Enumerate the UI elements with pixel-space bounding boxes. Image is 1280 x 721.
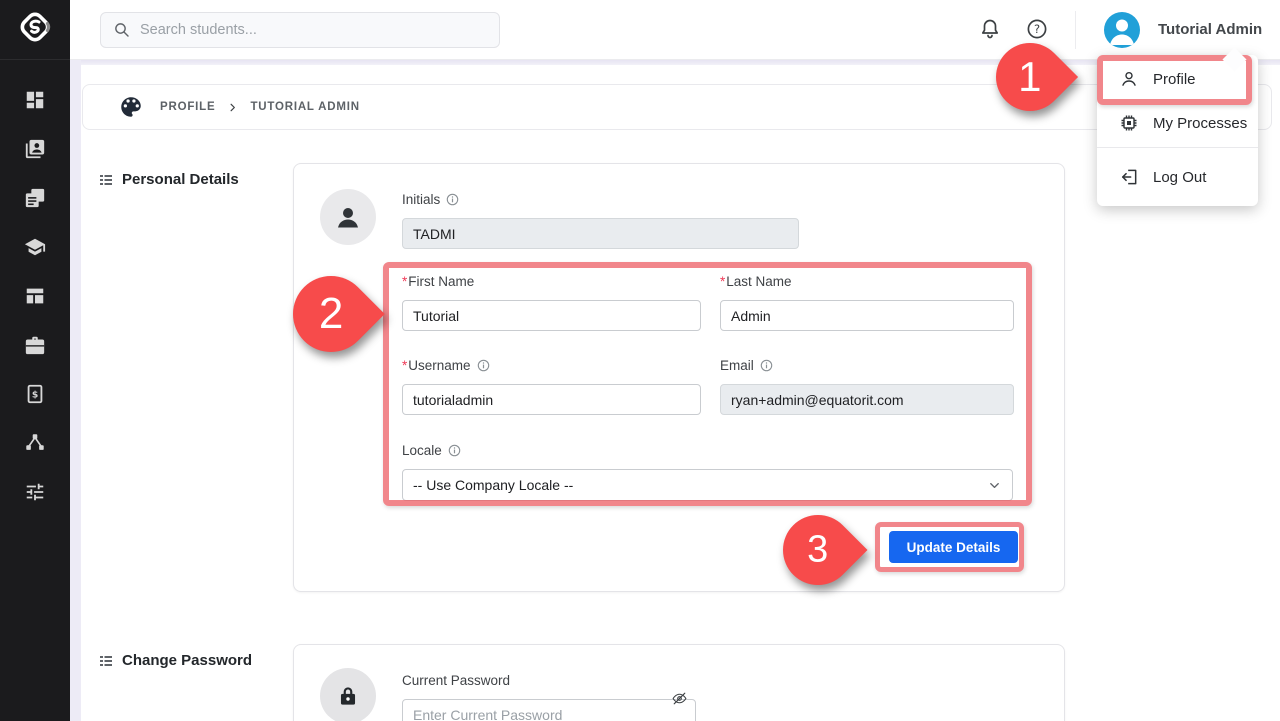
sidebar-item-billing-icon[interactable]: $	[24, 383, 46, 405]
menu-item-my-processes-label: My Processes	[1153, 115, 1247, 132]
search-input[interactable]	[140, 22, 487, 38]
app-logo-icon	[16, 8, 54, 51]
sidebar-nav: $	[0, 60, 70, 503]
lock-icon	[335, 683, 361, 709]
sidebar-item-dashboard-icon[interactable]	[24, 89, 46, 111]
toggle-password-visibility-icon[interactable]	[671, 690, 688, 707]
personal-details-heading-label: Personal Details	[122, 171, 239, 188]
app-window: $ ? Tutorial Admin PROFILE	[0, 0, 1280, 721]
list-icon	[99, 654, 113, 668]
sidebar-item-layout-icon[interactable]	[24, 285, 46, 307]
personal-details-heading: Personal Details	[99, 171, 239, 188]
user-avatar[interactable]	[1104, 12, 1140, 48]
app-logo[interactable]	[0, 0, 70, 60]
menu-item-log-out-label: Log Out	[1153, 169, 1206, 186]
current-password-label: Current Password	[402, 673, 510, 688]
change-password-card: Current Password	[293, 644, 1065, 721]
change-password-heading: Change Password	[99, 652, 252, 669]
initials-field: Initials	[402, 191, 799, 249]
sidebar-item-documents-icon[interactable]	[24, 187, 46, 209]
sidebar-item-settings-sliders-icon[interactable]	[24, 481, 46, 503]
annotation-number: 2	[319, 292, 343, 336]
initials-input	[402, 218, 799, 249]
help-icon[interactable]: ?	[1025, 17, 1049, 41]
profile-avatar-placeholder	[320, 189, 376, 245]
notifications-bell-icon[interactable]	[978, 17, 1002, 41]
change-password-heading-label: Change Password	[122, 652, 252, 669]
sidebar-item-workflow-icon[interactable]	[24, 432, 46, 454]
menu-item-my-processes[interactable]: My Processes	[1097, 101, 1258, 145]
search-box	[100, 12, 500, 48]
menu-item-log-out[interactable]: Log Out	[1097, 152, 1258, 202]
palette-icon	[118, 94, 144, 120]
person-icon	[333, 202, 363, 232]
breadcrumb-page: TUTORIAL ADMIN	[250, 101, 359, 113]
chevron-right-icon	[227, 102, 238, 113]
annotation-number: 3	[807, 531, 828, 569]
annotation-highlight-update-button	[875, 522, 1024, 572]
initials-label: Initials	[402, 192, 440, 207]
password-lock-placeholder	[320, 668, 376, 721]
logout-icon	[1119, 167, 1139, 187]
current-password-field: Current Password	[402, 672, 696, 721]
sidebar: $	[0, 0, 70, 721]
list-icon	[99, 173, 113, 187]
menu-divider	[1097, 147, 1258, 148]
annotation-number: 1	[1018, 56, 1041, 98]
topbar: ? Tutorial Admin	[70, 0, 1280, 60]
info-icon[interactable]	[446, 193, 459, 206]
sidebar-item-briefcase-icon[interactable]	[24, 334, 46, 356]
sidebar-item-contacts-icon[interactable]	[24, 138, 46, 160]
breadcrumb: PROFILE TUTORIAL ADMIN	[82, 84, 1272, 130]
user-menu-trigger[interactable]: Tutorial Admin	[1158, 0, 1262, 60]
sidebar-item-graduation-cap-icon[interactable]	[24, 236, 46, 258]
topbar-divider	[1075, 11, 1076, 49]
svg-text:?: ?	[1034, 22, 1040, 36]
breadcrumb-section[interactable]: PROFILE	[160, 101, 215, 113]
chip-icon	[1119, 113, 1139, 133]
content-left-gutter	[70, 60, 81, 721]
annotation-highlight-name-fields	[383, 262, 1032, 506]
search-icon	[113, 21, 131, 39]
current-password-input[interactable]	[402, 699, 696, 721]
svg-text:$: $	[32, 390, 38, 401]
